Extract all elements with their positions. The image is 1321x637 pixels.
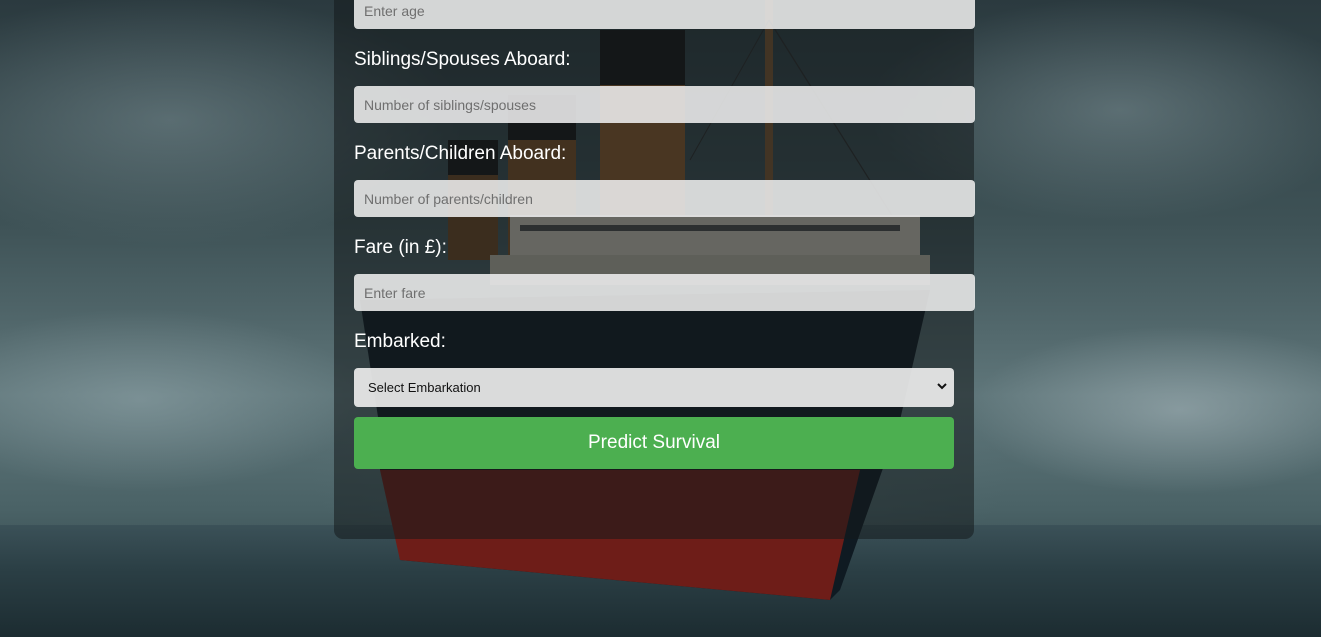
- chevron-down-icon: [937, 383, 947, 390]
- background-scene: Siblings/Spouses Aboard: Parents/Childre…: [0, 0, 1321, 637]
- siblings-label: Siblings/Spouses Aboard:: [354, 49, 571, 70]
- predict-survival-button[interactable]: Predict Survival: [354, 417, 954, 469]
- predict-survival-label: Predict Survival: [588, 432, 720, 453]
- parents-input[interactable]: [354, 180, 975, 217]
- siblings-input[interactable]: [354, 86, 975, 123]
- parents-label: Parents/Children Aboard:: [354, 143, 567, 164]
- embarked-label: Embarked:: [354, 331, 446, 352]
- age-input[interactable]: [354, 0, 975, 29]
- fare-label: Fare (in £):: [354, 237, 447, 258]
- embarked-select[interactable]: Select Embarkation: [354, 368, 954, 407]
- embarked-select-value: Select Embarkation: [368, 380, 481, 395]
- fare-input[interactable]: [354, 274, 975, 311]
